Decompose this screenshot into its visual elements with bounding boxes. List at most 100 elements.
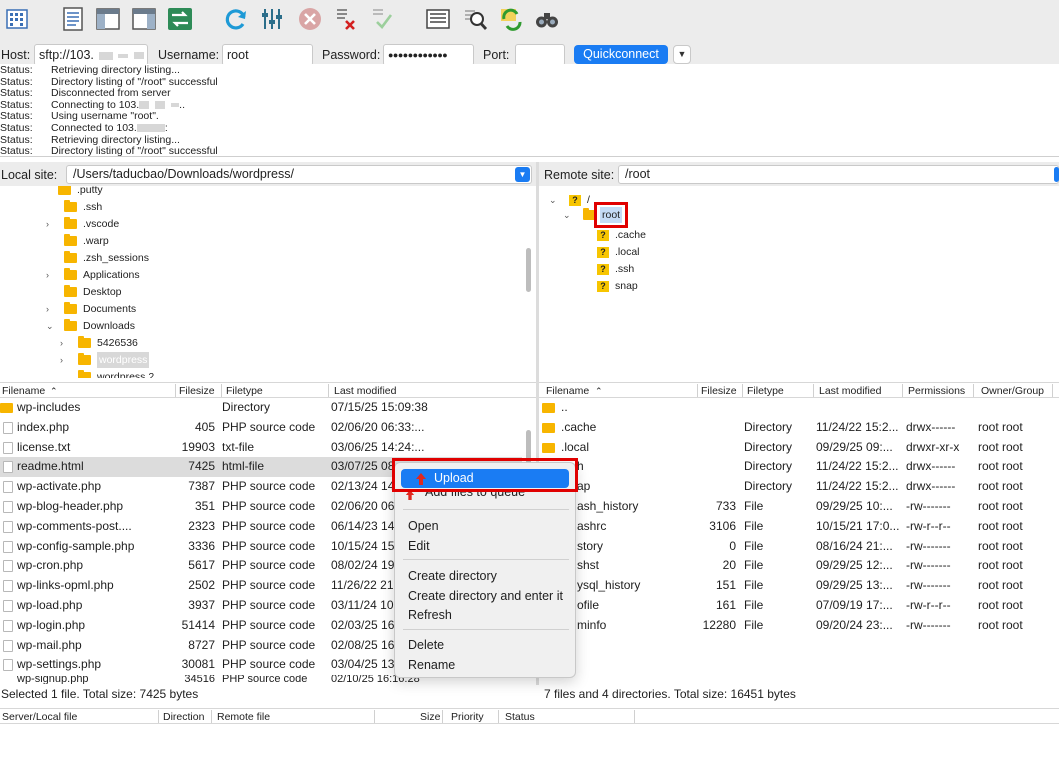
column-separator[interactable] bbox=[158, 710, 159, 723]
filter-icon[interactable] bbox=[260, 6, 286, 32]
column-filename[interactable]: Filename bbox=[546, 384, 589, 398]
toggle-local-tree-icon[interactable] bbox=[95, 6, 121, 32]
directory-listing-icon[interactable] bbox=[425, 6, 451, 32]
column-filesize[interactable]: Filesize bbox=[701, 384, 737, 398]
toggle-remote-tree-icon[interactable] bbox=[131, 6, 157, 32]
tree-node[interactable]: ⌄? / bbox=[549, 192, 590, 208]
column-separator[interactable] bbox=[374, 710, 375, 723]
file-row[interactable]: ap Directory 11/24/22 15:2... drwx------ roo… bbox=[539, 477, 1059, 497]
column-permissions[interactable]: Permissions bbox=[908, 384, 965, 398]
tree-node[interactable]: .warp bbox=[52, 233, 109, 249]
tree-node[interactable]: wordpress 2 bbox=[60, 369, 154, 378]
column-separator[interactable] bbox=[902, 384, 903, 397]
file-row[interactable]: ofile 161 File 07/09/19 17:... -rw-r--r-- roo… bbox=[539, 596, 1059, 616]
tree-expander[interactable]: › bbox=[46, 267, 64, 283]
column-separator[interactable] bbox=[634, 710, 635, 723]
column-separator[interactable] bbox=[442, 710, 443, 723]
column-server-local-file[interactable]: Server/Local file bbox=[2, 710, 77, 724]
file-row[interactable]: minfo 12280 File 09/20/24 23:... -rw------- r… bbox=[539, 616, 1059, 636]
tree-node[interactable]: ? .local bbox=[597, 244, 640, 260]
column-separator[interactable] bbox=[175, 384, 176, 397]
tree-node-selected[interactable]: › wordpress bbox=[60, 352, 150, 368]
column-separator[interactable] bbox=[221, 384, 222, 397]
tree-node[interactable]: › Applications bbox=[46, 267, 140, 283]
tree-expander[interactable]: ⌄ bbox=[549, 192, 569, 208]
tree-node[interactable]: › .vscode bbox=[46, 216, 119, 232]
column-filetype[interactable]: Filetype bbox=[747, 384, 784, 398]
remote-site-path-input[interactable]: /root bbox=[618, 165, 1059, 184]
column-separator[interactable] bbox=[697, 384, 698, 397]
column-last-modified[interactable]: Last modified bbox=[819, 384, 881, 398]
disconnect-icon[interactable] bbox=[333, 6, 359, 32]
port-input[interactable] bbox=[515, 44, 565, 66]
local-tree-scrollbar[interactable] bbox=[526, 248, 531, 292]
column-size[interactable]: Size bbox=[420, 710, 440, 724]
column-priority[interactable]: Priority bbox=[451, 710, 484, 724]
file-row[interactable]: .. bbox=[539, 398, 1059, 418]
transfer-queue-icon[interactable] bbox=[167, 6, 193, 32]
tree-expander[interactable]: ⌄ bbox=[563, 207, 583, 223]
column-separator[interactable] bbox=[328, 384, 329, 397]
file-row[interactable]: ysql_history 151 File 09/29/25 13:... -rw---… bbox=[539, 576, 1059, 596]
menu-item-delete[interactable]: Delete bbox=[408, 638, 444, 652]
tree-expander[interactable]: › bbox=[46, 216, 64, 232]
file-row[interactable]: license.txt 19903 txt-file 03/06/25 14:24:.… bbox=[0, 438, 536, 458]
file-row[interactable]: ash_history 733 File 09/29/25 10:... -rw----… bbox=[539, 497, 1059, 517]
sync-browse-icon[interactable] bbox=[498, 6, 524, 32]
file-row[interactable]: .local Directory 09/29/25 09:... drwxr-xr-x… bbox=[539, 438, 1059, 458]
tree-expander[interactable]: › bbox=[60, 352, 78, 368]
tree-expander[interactable]: ⌄ bbox=[46, 318, 64, 334]
site-manager-icon[interactable] bbox=[4, 6, 30, 32]
file-row[interactable]: shst 20 File 09/29/25 12:... -rw------- root … bbox=[539, 556, 1059, 576]
tree-expander[interactable]: › bbox=[46, 301, 64, 317]
cancel-icon[interactable] bbox=[297, 6, 323, 32]
menu-item-rename[interactable]: Rename bbox=[408, 658, 455, 672]
tree-node[interactable]: Desktop bbox=[52, 284, 122, 300]
file-row[interactable]: .cache Directory 11/24/22 15:2... drwx-----… bbox=[539, 418, 1059, 438]
column-status[interactable]: Status bbox=[505, 710, 535, 724]
file-row[interactable]: wp-includes Directory 07/15/25 15:09:38 bbox=[0, 398, 536, 418]
column-remote-file[interactable]: Remote file bbox=[217, 710, 270, 724]
tree-node[interactable]: ? snap bbox=[597, 278, 638, 294]
file-row[interactable]: story 0 File 08/16/24 21:... -rw------- root … bbox=[539, 537, 1059, 557]
menu-item-open[interactable]: Open bbox=[408, 519, 439, 533]
quickconnect-button[interactable]: Quickconnect bbox=[574, 45, 668, 64]
host-input[interactable]: sftp://103. bbox=[34, 44, 148, 66]
local-site-dropdown-icon[interactable]: ▼ bbox=[515, 167, 530, 182]
menu-item-refresh[interactable]: Refresh bbox=[408, 608, 452, 622]
menu-item-create-directory[interactable]: Create directory bbox=[408, 569, 497, 583]
column-separator[interactable] bbox=[813, 384, 814, 397]
menu-item-edit[interactable]: Edit bbox=[408, 539, 430, 553]
username-input[interactable]: root bbox=[222, 44, 313, 66]
remote-site-dropdown-icon[interactable] bbox=[1054, 167, 1059, 182]
column-filename[interactable]: Filename bbox=[2, 384, 45, 398]
column-filetype[interactable]: Filetype bbox=[226, 384, 263, 398]
file-row[interactable]: ashrc 3106 File 10/15/21 17:0... -rw-r--r-- r… bbox=[539, 517, 1059, 537]
tree-node[interactable]: ? .ssh bbox=[597, 261, 634, 277]
column-separator[interactable] bbox=[211, 710, 212, 723]
password-input[interactable]: ●●●●●●●●●●●● bbox=[383, 44, 474, 66]
tree-node[interactable]: › Documents bbox=[46, 301, 136, 317]
tree-node[interactable]: .putty bbox=[46, 186, 103, 198]
column-filesize[interactable]: Filesize bbox=[179, 384, 215, 398]
find-files-icon[interactable] bbox=[534, 6, 560, 32]
tree-node[interactable]: › 5426536 bbox=[60, 335, 138, 351]
file-row[interactable]: h Directory 11/24/22 15:2... drwx------ root… bbox=[539, 457, 1059, 477]
search-icon[interactable] bbox=[462, 6, 488, 32]
column-direction[interactable]: Direction bbox=[163, 710, 204, 724]
column-separator[interactable] bbox=[973, 384, 974, 397]
menu-item-create-directory-enter[interactable]: Create directory and enter it bbox=[408, 589, 563, 603]
toggle-log-icon[interactable] bbox=[60, 6, 86, 32]
reconnect-icon[interactable] bbox=[369, 6, 395, 32]
tree-node[interactable]: ? .cache bbox=[597, 227, 646, 243]
column-separator[interactable] bbox=[498, 710, 499, 723]
quickconnect-dropdown-button[interactable]: ▼ bbox=[673, 45, 691, 64]
tree-node[interactable]: ⌄ Downloads bbox=[46, 318, 135, 334]
tree-node[interactable]: .ssh bbox=[52, 199, 102, 215]
column-separator[interactable] bbox=[1052, 384, 1053, 397]
local-site-path-input[interactable]: /Users/taducbao/Downloads/wordpress/ bbox=[66, 165, 532, 184]
refresh-icon[interactable] bbox=[223, 6, 249, 32]
column-owner-group[interactable]: Owner/Group bbox=[981, 384, 1044, 398]
tree-node[interactable]: .zsh_sessions bbox=[52, 250, 149, 266]
column-separator[interactable] bbox=[742, 384, 743, 397]
